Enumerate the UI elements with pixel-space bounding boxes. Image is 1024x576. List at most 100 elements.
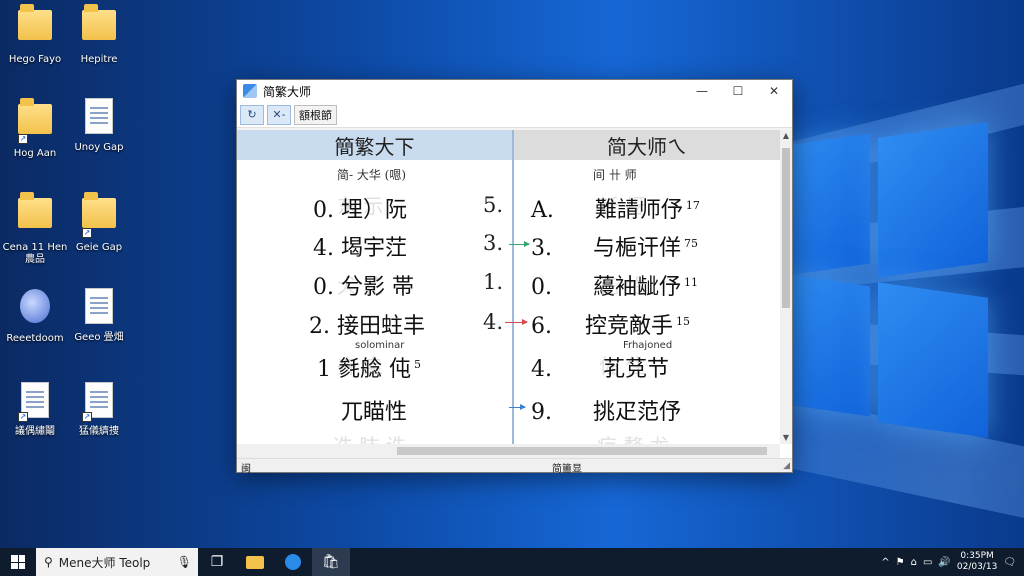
left-row[interactable]: 1 毵艌 伅5 bbox=[317, 351, 421, 383]
status-middle-text: 简簠显 bbox=[552, 464, 582, 475]
vertical-scroll-thumb[interactable] bbox=[782, 148, 790, 308]
document-icon bbox=[85, 288, 113, 324]
comparison-panel: 簡繁大下 简大师ㄟ 简- 大华 (嗯) 间 卄 师 东 示 犬 花 卉 圭 冼 … bbox=[237, 130, 792, 460]
minimize-button[interactable]: — bbox=[684, 80, 720, 102]
right-row[interactable]: 9. 挑疋范伃 bbox=[531, 394, 681, 426]
windows-icon bbox=[11, 555, 25, 569]
desktop-icon-geie-gap[interactable]: ↗ Geie Gap bbox=[64, 190, 134, 254]
folder-icon bbox=[82, 4, 116, 40]
desktop-icon-label: Hog Aan bbox=[13, 148, 57, 159]
left-row[interactable]: 0. 埋）阮 bbox=[313, 192, 407, 224]
store-icon[interactable]: 🛍 bbox=[312, 548, 350, 576]
volume-icon[interactable]: 🔊 bbox=[938, 557, 950, 568]
right-row[interactable]: 6. 控竞敵手 15 bbox=[531, 308, 690, 340]
shortcut-arrow-icon: ↗ bbox=[82, 228, 92, 238]
maximize-button[interactable]: ☐ bbox=[720, 80, 756, 102]
desktop-icon-hepitre[interactable]: Hepitre bbox=[64, 2, 134, 66]
link-arrow bbox=[509, 241, 530, 247]
desktop-icon-label: 議偶繡鬮 bbox=[15, 426, 55, 437]
shortcut-arrow-icon: ↗ bbox=[18, 134, 28, 144]
folder-icon bbox=[18, 98, 52, 134]
clock-time: 0:35PM bbox=[960, 551, 994, 561]
close-button[interactable]: ✕ bbox=[756, 80, 792, 102]
horizontal-scrollbar[interactable] bbox=[237, 444, 780, 458]
app-logo-icon bbox=[243, 84, 257, 98]
refresh-button[interactable]: ↻ bbox=[240, 104, 264, 125]
app-icon bbox=[18, 289, 52, 329]
taskbar: ⚲ Mene大师 Teolp 🎙 ❐ 🛍 ^ ⚑ ⌂ ▭ 🔊 0:35PM 02… bbox=[0, 548, 1024, 576]
taskbar-clock[interactable]: 0:35PM 02/03/13 bbox=[957, 551, 997, 573]
folder-icon bbox=[18, 4, 52, 40]
search-text: Mene大师 Teolp bbox=[58, 555, 151, 570]
file-explorer-icon[interactable] bbox=[236, 548, 274, 576]
left-subheader: 简- 大华 (嗯) bbox=[337, 168, 407, 182]
right-row-text: 挑疋范伃 bbox=[593, 400, 682, 425]
scroll-up-icon[interactable]: ▲ bbox=[780, 130, 792, 142]
middle-number: 4. bbox=[483, 310, 504, 334]
column-divider[interactable] bbox=[512, 130, 514, 460]
desktop-icon-unoy-gap[interactable]: Unoy Gap bbox=[64, 96, 134, 154]
link-arrow bbox=[509, 404, 526, 410]
action-center-icon[interactable]: 🗨 bbox=[1003, 557, 1016, 568]
left-row-text: 2. 接田蛀丰 bbox=[309, 314, 425, 339]
title-bar[interactable]: 简繁大师 — ☐ ✕ bbox=[237, 80, 792, 102]
right-row-superscript: 15 bbox=[676, 314, 691, 328]
right-row-superscript: 75 bbox=[684, 236, 699, 250]
horizontal-scroll-thumb[interactable] bbox=[397, 447, 767, 455]
left-row[interactable]: 4. 堨宇茳 bbox=[313, 230, 407, 262]
left-row-text: 0. 兮影 帯 bbox=[313, 275, 414, 300]
right-row-index: 4. bbox=[531, 357, 552, 382]
vertical-scrollbar[interactable]: ▲ ▼ bbox=[780, 130, 792, 444]
desktop-icon-hego-fayo[interactable]: Hego Fayo bbox=[0, 2, 70, 66]
right-row[interactable]: 0. 蘰袖龇伃 11 bbox=[531, 269, 698, 301]
right-row-text: 蘰袖龇伃 bbox=[593, 275, 682, 300]
desktop-icon-label: Geie Gap bbox=[75, 242, 123, 253]
left-row[interactable]: 0. 兮影 帯 bbox=[313, 269, 414, 301]
network-icon[interactable]: ⌂ bbox=[911, 557, 917, 568]
desktop-icon-label: Geeo 畳畑 bbox=[74, 332, 124, 343]
desktop-icon-label: Hego Fayo bbox=[8, 54, 62, 65]
battery-icon[interactable]: ▭ bbox=[923, 557, 932, 568]
start-button[interactable] bbox=[0, 548, 36, 576]
search-icon: ⚲ bbox=[44, 555, 53, 569]
edge-browser-icon[interactable] bbox=[274, 548, 312, 576]
desktop-icon-cena[interactable]: Cena 11 Hen 農品 bbox=[0, 190, 70, 266]
middle-number: 5. bbox=[483, 193, 504, 217]
left-row[interactable]: 兀瞄性 bbox=[341, 394, 407, 426]
task-view-icon[interactable]: ❐ bbox=[198, 548, 236, 576]
desktop-icon-doc-2[interactable]: ↗ 猛儀纃捜 bbox=[64, 380, 134, 438]
shortcut-arrow-icon: ↗ bbox=[18, 412, 28, 422]
left-column-header: 簡繁大下 bbox=[237, 130, 512, 160]
resize-grip-icon[interactable]: ◢ bbox=[783, 461, 790, 471]
desktop-icon-label: Hepitre bbox=[80, 54, 118, 65]
desktop-icon-hog-aan[interactable]: ↗ Hog Aan bbox=[0, 96, 70, 160]
right-subheader: 间 卄 师 bbox=[593, 168, 637, 182]
right-row[interactable]: 4. 芤莌节 bbox=[531, 351, 669, 383]
right-row-text: 与梔讦佯 bbox=[593, 236, 682, 261]
notification-flag-icon[interactable]: ⚑ bbox=[896, 557, 905, 568]
desktop-icon-label: Cena 11 Hen 農品 bbox=[2, 242, 68, 265]
right-row-superscript: 17 bbox=[685, 198, 700, 212]
desktop-icon-doc-1[interactable]: ↗ 議偶繡鬮 bbox=[0, 380, 70, 438]
microphone-icon[interactable]: 🎙 bbox=[177, 555, 192, 569]
left-row[interactable]: 2. 接田蛀丰 bbox=[309, 308, 425, 340]
link-arrow bbox=[505, 319, 528, 325]
right-column-header: 简大师ㄟ bbox=[514, 130, 780, 160]
right-small-label: Frhajoned bbox=[623, 340, 673, 351]
desktop-icon-label: 猛儀纃捜 bbox=[79, 426, 119, 437]
scroll-down-icon[interactable]: ▼ bbox=[780, 432, 792, 444]
toolbar-text-button[interactable]: 額根節 bbox=[294, 104, 337, 125]
right-row[interactable]: 3. 与梔讦佯 75 bbox=[531, 230, 698, 262]
desktop-icon-geeo[interactable]: Geeo 畳畑 bbox=[64, 286, 134, 344]
right-row-index: A. bbox=[531, 198, 554, 223]
right-row[interactable]: A. 難請师伃 17 bbox=[531, 192, 700, 224]
left-small-label: solominar bbox=[355, 340, 405, 351]
chevron-up-icon[interactable]: ^ bbox=[881, 557, 889, 568]
left-row-text: 1 毵艌 伅 bbox=[317, 357, 411, 382]
status-left-text: 闽 bbox=[241, 464, 251, 475]
window-title: 简繁大师 bbox=[263, 84, 312, 99]
middle-number: 1. bbox=[483, 270, 504, 294]
tool-button[interactable]: ✕- bbox=[267, 104, 291, 125]
taskbar-search-box[interactable]: ⚲ Mene大师 Teolp 🎙 bbox=[36, 548, 198, 576]
desktop-icon-reeetdoom[interactable]: Reeetdoom bbox=[0, 286, 70, 345]
